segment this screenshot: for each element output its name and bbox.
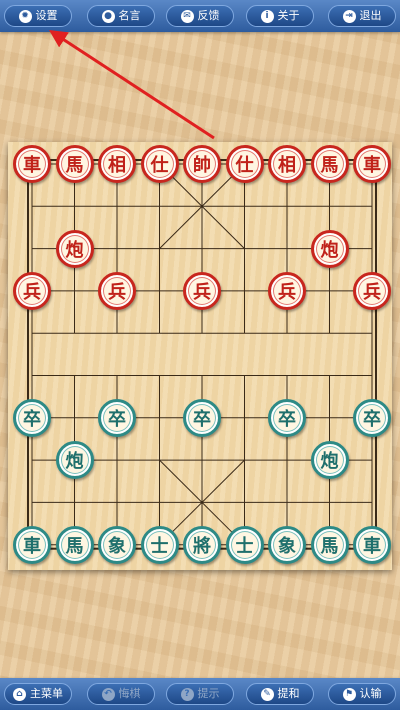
home-icon: ⌂ bbox=[13, 687, 26, 701]
exit-label: 退出 bbox=[359, 9, 382, 22]
green-piece[interactable]: 將 bbox=[183, 525, 221, 564]
settings-label: 设置 bbox=[35, 9, 58, 22]
resign-button[interactable]: ⚑ 认输 bbox=[328, 683, 396, 705]
green-piece[interactable]: 馬 bbox=[310, 525, 349, 564]
board-grid bbox=[27, 159, 377, 550]
red-piece[interactable]: 兵 bbox=[98, 271, 136, 310]
main-menu-label: 主菜单 bbox=[30, 687, 63, 700]
green-piece[interactable]: 士 bbox=[225, 525, 264, 564]
info-icon: i bbox=[260, 9, 274, 23]
green-piece[interactable]: 卒 bbox=[183, 398, 221, 437]
green-piece[interactable]: 卒 bbox=[13, 398, 51, 437]
hint-icon: ? bbox=[180, 687, 194, 701]
flag-icon: ⚑ bbox=[342, 687, 356, 701]
mail-icon: ✉ bbox=[180, 9, 194, 23]
red-piece[interactable]: 兵 bbox=[353, 271, 391, 310]
green-piece[interactable]: 馬 bbox=[55, 525, 94, 564]
top-toolbar: ✹ 设置 ● 名言 ✉ 反馈 i 关于 ⇥ 退出 bbox=[0, 0, 400, 32]
about-button[interactable]: i 关于 bbox=[246, 5, 314, 27]
green-piece[interactable]: 卒 bbox=[353, 398, 391, 437]
red-piece[interactable]: 車 bbox=[13, 145, 51, 183]
quotes-button[interactable]: ● 名言 bbox=[87, 5, 155, 27]
red-piece[interactable]: 馬 bbox=[55, 145, 94, 183]
hint-button[interactable]: ? 提示 bbox=[166, 683, 234, 705]
resign-label: 认输 bbox=[359, 687, 382, 700]
red-piece[interactable]: 相 bbox=[98, 145, 136, 183]
green-piece[interactable]: 車 bbox=[13, 525, 51, 564]
offer-draw-label: 提和 bbox=[277, 687, 300, 700]
green-piece[interactable]: 車 bbox=[353, 525, 391, 564]
green-piece[interactable]: 士 bbox=[140, 525, 179, 564]
red-piece[interactable]: 相 bbox=[268, 145, 306, 183]
speech-bubble-icon: ● bbox=[101, 9, 115, 23]
red-piece[interactable]: 車 bbox=[353, 145, 391, 183]
red-piece[interactable]: 兵 bbox=[183, 271, 221, 310]
green-piece[interactable]: 卒 bbox=[98, 398, 136, 437]
hint-label: 提示 bbox=[197, 687, 220, 700]
green-piece[interactable]: 炮 bbox=[310, 441, 349, 480]
bottom-toolbar: ⌂ 主菜单 ↶ 悔棋 ? 提示 ✎ 提和 ⚑ 认输 bbox=[0, 678, 400, 710]
red-piece[interactable]: 仕 bbox=[225, 145, 264, 183]
exit-button[interactable]: ⇥ 退出 bbox=[328, 5, 396, 27]
undo-label: 悔棋 bbox=[118, 687, 141, 700]
red-piece[interactable]: 炮 bbox=[55, 229, 94, 268]
red-piece[interactable]: 炮 bbox=[310, 229, 349, 268]
settings-button[interactable]: ✹ 设置 bbox=[4, 5, 72, 27]
feedback-label: 反馈 bbox=[197, 9, 220, 22]
green-piece[interactable]: 象 bbox=[98, 525, 136, 564]
undo-icon: ↶ bbox=[101, 687, 115, 701]
offer-draw-button[interactable]: ✎ 提和 bbox=[246, 683, 314, 705]
red-piece[interactable]: 仕 bbox=[140, 145, 179, 183]
main-menu-button[interactable]: ⌂ 主菜单 bbox=[4, 683, 72, 705]
about-label: 关于 bbox=[277, 9, 300, 22]
red-piece[interactable]: 帥 bbox=[183, 145, 221, 183]
red-piece[interactable]: 兵 bbox=[268, 271, 306, 310]
green-piece[interactable]: 炮 bbox=[55, 441, 94, 480]
green-piece[interactable]: 象 bbox=[268, 525, 306, 564]
red-piece[interactable]: 兵 bbox=[13, 271, 51, 310]
green-piece[interactable]: 卒 bbox=[268, 398, 306, 437]
chess-board[interactable]: 車馬相仕帥仕相馬車炮炮兵兵兵兵兵卒卒卒卒卒炮炮車馬象士將士象馬車 bbox=[8, 142, 392, 570]
gear-icon: ✹ bbox=[18, 9, 32, 23]
feedback-button[interactable]: ✉ 反馈 bbox=[166, 5, 234, 27]
draw-icon: ✎ bbox=[260, 687, 274, 701]
quotes-label: 名言 bbox=[118, 9, 141, 22]
red-piece[interactable]: 馬 bbox=[310, 145, 349, 183]
undo-button[interactable]: ↶ 悔棋 bbox=[87, 683, 155, 705]
exit-icon: ⇥ bbox=[342, 9, 356, 23]
